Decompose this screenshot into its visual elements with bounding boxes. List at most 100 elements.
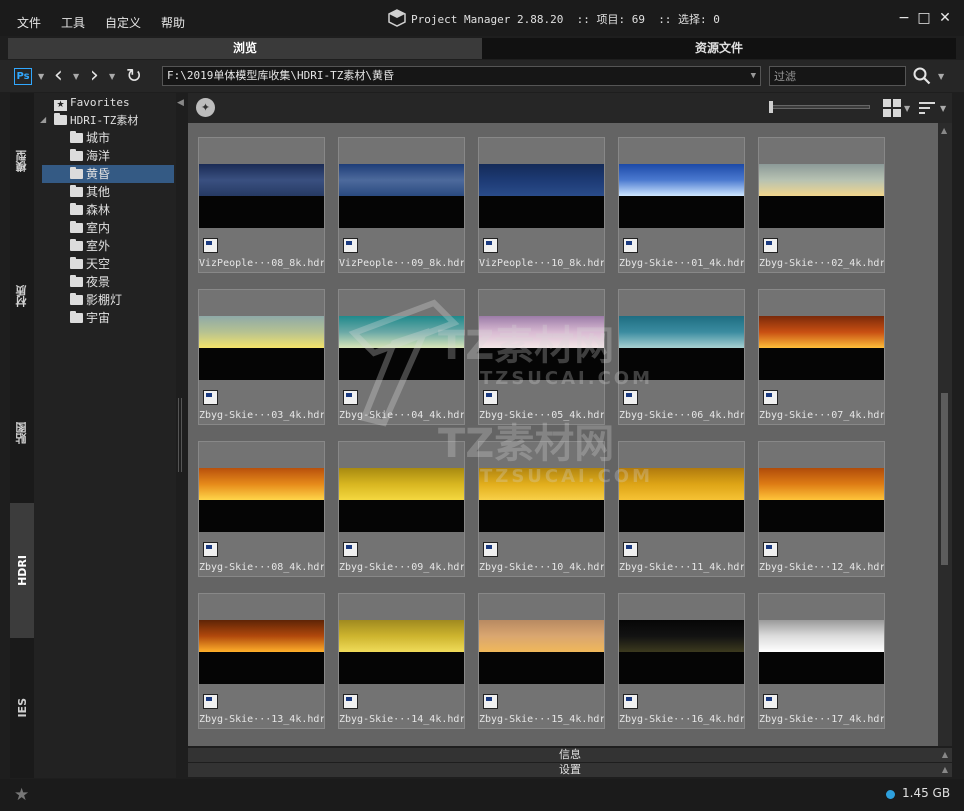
hdri-thumbnail-card[interactable]: Zbyg-Skie···08_4k.hdr [198,441,325,577]
menu-file[interactable]: 文件 [17,14,41,31]
refresh-icon[interactable]: ↻ [126,65,142,87]
hdri-thumbnail-card[interactable]: Zbyg-Skie···01_4k.hdr [618,137,745,273]
tree-item-root[interactable]: HDRI-TZ素材 [54,111,138,129]
panel-splitter[interactable] [178,398,182,472]
tree-item-folder[interactable]: 森林 [70,201,110,219]
hdr-file-icon [483,542,498,557]
hdri-thumbnail-card[interactable]: Zbyg-Skie···09_4k.hdr [338,441,465,577]
file-name-label: Zbyg-Skie···08_4k.hdr [199,562,324,573]
category-tabs: 模型 材质 贴图 HDRI IES [10,93,34,778]
filter-input[interactable] [769,66,906,86]
minimize-button[interactable]: − [894,8,914,28]
expand-arrow-icon[interactable]: ◢ [40,115,46,124]
tab-resource-files[interactable]: 资源文件 [482,38,956,59]
hdr-file-icon [203,542,218,557]
hdri-thumbnail-card[interactable]: Zbyg-Skie···03_4k.hdr [198,289,325,425]
file-name-label: Zbyg-Skie···10_4k.hdr [479,562,604,573]
hdri-preview-image [479,468,604,532]
hdr-file-icon [343,542,358,557]
hdri-thumbnail-card[interactable]: Zbyg-Skie···07_4k.hdr [758,289,885,425]
tab-browse[interactable]: 浏览 [8,38,482,59]
thumbnail-size-slider[interactable] [769,101,870,113]
hdr-file-icon [623,238,638,253]
slider-handle[interactable] [769,101,773,113]
hdri-thumbnail-card[interactable]: Zbyg-Skie···14_4k.hdr [338,593,465,729]
hdr-file-icon [763,694,778,709]
scrollbar-thumb[interactable] [941,393,948,565]
tree-item-folder[interactable]: 城市 [70,129,110,147]
tree-item-folder[interactable]: 室外 [70,237,110,255]
folder-icon [70,185,83,197]
hdr-file-icon [483,238,498,253]
star-icon[interactable]: ★ [14,785,29,805]
hdr-file-icon [343,694,358,709]
hdri-thumbnail-card[interactable]: Zbyg-Skie···04_4k.hdr [338,289,465,425]
hdri-thumbnail-card[interactable]: Zbyg-Skie···02_4k.hdr [758,137,885,273]
sort-icon[interactable] [919,102,935,116]
hdri-thumbnail-card[interactable]: Zbyg-Skie···16_4k.hdr [618,593,745,729]
hdri-thumbnail-card[interactable]: Zbyg-Skie···17_4k.hdr [758,593,885,729]
chevron-up-icon[interactable]: ▲ [942,748,948,762]
chevron-down-icon[interactable]: ▼ [751,67,756,85]
tree-item-folder[interactable]: 室内 [70,219,110,237]
hdri-preview-image [619,164,744,228]
hdri-preview-image [759,316,884,380]
hdri-preview-image [619,620,744,684]
hdri-thumbnail-card[interactable]: Zbyg-Skie···11_4k.hdr [618,441,745,577]
hdri-thumbnail-card[interactable]: Zbyg-Skie···05_4k.hdr [478,289,605,425]
chevron-down-icon[interactable]: ▼ [938,72,944,81]
menu-tools[interactable]: 工具 [61,14,85,31]
side-tab-hdri[interactable]: HDRI [10,503,34,638]
tree-item-label: 室外 [86,239,111,253]
hdri-thumbnail-card[interactable]: VizPeople···09_8k.hdr [338,137,465,273]
scroll-up-icon[interactable]: ▲ [941,126,947,135]
side-tab-models[interactable]: 模型 [10,93,34,228]
folder-icon [70,131,83,143]
chevron-down-icon[interactable]: ▼ [73,72,79,81]
hdri-thumbnail-card[interactable]: Zbyg-Skie···15_4k.hdr [478,593,605,729]
back-icon[interactable]: ‹ [54,63,63,88]
forward-icon[interactable]: › [90,63,99,88]
file-name-label: Zbyg-Skie···17_4k.hdr [759,714,884,725]
chevron-up-icon[interactable]: ▲ [942,763,948,777]
tree-item-label: 黄昏 [86,167,111,181]
maximize-button[interactable]: □ [914,8,934,28]
info-panel-header[interactable]: 信息 ▲ [188,748,952,762]
chevron-down-icon[interactable]: ▼ [109,72,115,81]
hdri-thumbnail-card[interactable]: VizPeople···08_8k.hdr [198,137,325,273]
add-favorite-icon[interactable]: ✦ [196,98,215,117]
search-icon[interactable] [913,67,931,85]
tree-item-folder[interactable]: 黄昏 [42,165,174,183]
side-tab-textures[interactable]: 贴图 [10,363,34,503]
collapse-arrow-icon[interactable]: ◀ [177,98,184,108]
hdri-thumbnail-card[interactable]: Zbyg-Skie···10_4k.hdr [478,441,605,577]
tree-item-folder[interactable]: 夜景 [70,273,110,291]
tree-item-folder[interactable]: 影棚灯 [70,291,122,309]
photoshop-icon[interactable]: Ps [14,68,32,85]
chevron-down-icon[interactable]: ▼ [38,72,44,81]
menu-help[interactable]: 帮助 [161,14,185,31]
hdr-file-icon [343,238,358,253]
tree-item-folder[interactable]: 天空 [70,255,110,273]
side-tab-ies[interactable]: IES [10,638,34,778]
chevron-down-icon[interactable]: ▼ [940,104,946,113]
settings-panel-header[interactable]: 设置 ▲ [188,763,952,777]
close-button[interactable]: ✕ [935,8,955,28]
file-name-label: Zbyg-Skie···02_4k.hdr [759,258,884,269]
hdr-file-icon [483,390,498,405]
grid-view-icon[interactable] [883,99,901,117]
menu-customize[interactable]: 自定义 [105,14,141,31]
hdri-thumbnail-card[interactable]: Zbyg-Skie···13_4k.hdr [198,593,325,729]
hdri-thumbnail-card[interactable]: Zbyg-Skie···06_4k.hdr [618,289,745,425]
tree-item-folder[interactable]: 宇宙 [70,309,110,327]
folder-icon [70,275,83,287]
path-field[interactable]: F:\2019单体模型库收集\HDRI-TZ素材\黄昏 ▼ [162,66,761,86]
chevron-down-icon[interactable]: ▼ [904,104,910,113]
vertical-scrollbar[interactable]: ▲ [938,123,952,746]
side-tab-materials[interactable]: 材质 [10,228,34,363]
hdri-thumbnail-card[interactable]: Zbyg-Skie···12_4k.hdr [758,441,885,577]
tree-item-folder[interactable]: 其他 [70,183,110,201]
hdri-thumbnail-card[interactable]: VizPeople···10_8k.hdr [478,137,605,273]
tree-item-favorites[interactable]: ★ Favorites [54,93,130,111]
tree-item-folder[interactable]: 海洋 [70,147,110,165]
